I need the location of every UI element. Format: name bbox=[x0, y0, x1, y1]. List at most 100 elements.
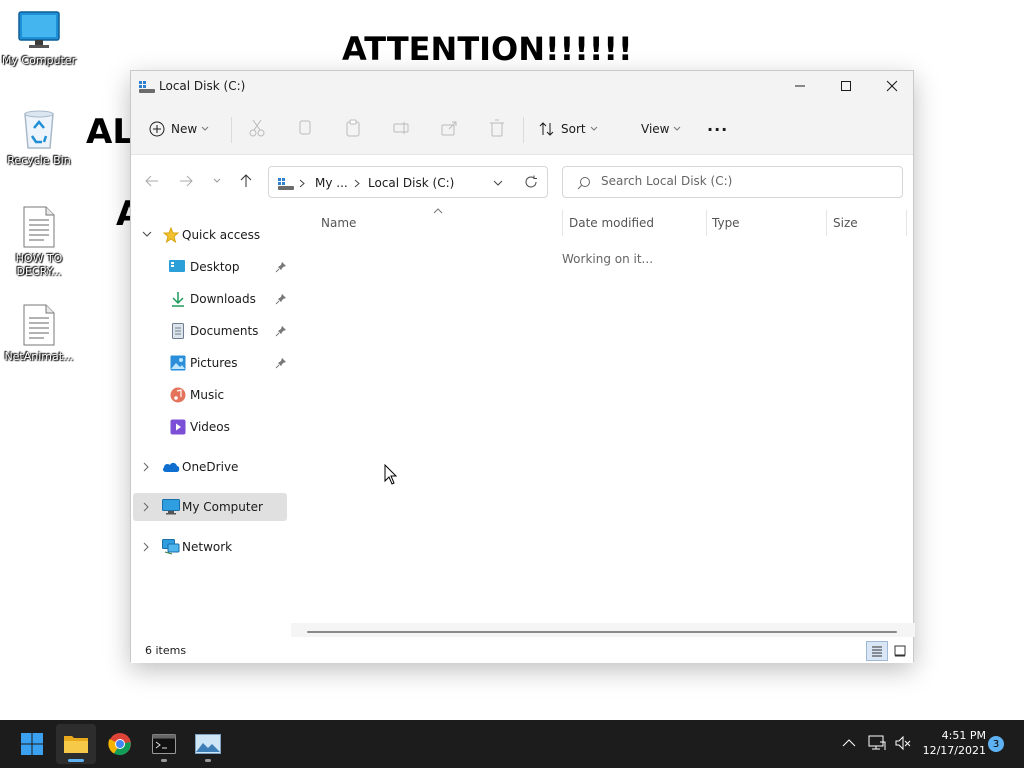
address-box[interactable]: My ... Local Disk (C:) bbox=[268, 166, 548, 198]
text-file-icon bbox=[23, 206, 55, 248]
share-icon[interactable] bbox=[441, 119, 459, 137]
chevron-right-icon bbox=[299, 179, 305, 188]
rename-icon[interactable] bbox=[393, 119, 411, 137]
document-icon bbox=[172, 323, 184, 339]
desktop-icon-how-to-decrypt[interactable]: HOW TO DECRY... bbox=[1, 206, 77, 278]
new-button[interactable]: New bbox=[149, 113, 209, 145]
breadcrumb-my-computer[interactable]: My ... bbox=[315, 176, 348, 190]
start-button[interactable] bbox=[12, 724, 52, 764]
cut-icon[interactable] bbox=[249, 119, 265, 137]
nav-downloads[interactable]: Downloads bbox=[133, 285, 287, 313]
mouse-cursor-icon bbox=[384, 464, 398, 485]
taskbar-chrome[interactable] bbox=[100, 724, 140, 764]
running-indicator bbox=[68, 759, 84, 762]
copy-icon[interactable] bbox=[297, 119, 313, 137]
chevron-right-icon[interactable] bbox=[142, 462, 150, 472]
address-bar-row: My ... Local Disk (C:) bbox=[131, 156, 913, 208]
desktop-icon-label-line1: HOW TO bbox=[15, 252, 63, 265]
breadcrumb-local-disk[interactable]: Local Disk (C:) bbox=[368, 176, 454, 190]
nav-label: My Computer bbox=[182, 500, 263, 514]
nav-label: OneDrive bbox=[182, 460, 239, 474]
nav-pictures[interactable]: Pictures bbox=[133, 349, 287, 377]
notification-badge[interactable]: 3 bbox=[988, 736, 1004, 752]
wallpaper-attention-text: ATTENTION!!!!!! bbox=[342, 30, 633, 68]
view-button[interactable]: View bbox=[635, 113, 681, 145]
column-separator[interactable] bbox=[706, 210, 707, 236]
column-header-date-modified[interactable]: Date modified bbox=[569, 216, 654, 230]
details-view-button[interactable] bbox=[866, 641, 888, 661]
chevron-down-icon bbox=[201, 126, 209, 131]
nav-videos[interactable]: Videos bbox=[133, 413, 287, 441]
desktop-icon-netanimat[interactable]: NetAnimat... bbox=[1, 304, 77, 363]
nav-documents[interactable]: Documents bbox=[133, 317, 287, 345]
taskbar-image-viewer[interactable] bbox=[188, 724, 228, 764]
nav-music[interactable]: Music bbox=[133, 381, 287, 409]
text-file-icon bbox=[23, 304, 55, 346]
column-separator[interactable] bbox=[826, 210, 827, 236]
windows-logo-icon bbox=[21, 733, 43, 755]
back-arrow-icon[interactable] bbox=[145, 174, 159, 188]
more-options-button[interactable]: ··· bbox=[707, 113, 728, 145]
refresh-icon[interactable] bbox=[524, 175, 538, 189]
maximize-button[interactable] bbox=[823, 71, 869, 101]
recent-locations-chevron-icon[interactable] bbox=[213, 178, 221, 184]
horizontal-scrollbar-track[interactable] bbox=[291, 623, 915, 637]
taskbar-terminal[interactable] bbox=[144, 724, 184, 764]
horizontal-scrollbar-thumb[interactable] bbox=[307, 631, 897, 633]
chevron-right-icon[interactable] bbox=[142, 502, 150, 512]
plus-circle-icon bbox=[149, 121, 165, 137]
paste-icon[interactable] bbox=[345, 119, 361, 137]
large-icons-view-button[interactable] bbox=[889, 641, 911, 661]
desktop-icon-recycle-bin[interactable]: Recycle Bin bbox=[1, 108, 77, 167]
up-arrow-icon[interactable] bbox=[239, 174, 253, 188]
delete-icon[interactable] bbox=[489, 119, 505, 137]
desktop-icon-label: HOW TO DECRY... bbox=[1, 252, 77, 278]
nav-label: Network bbox=[182, 540, 233, 554]
window-title: Local Disk (C:) bbox=[159, 79, 246, 93]
nav-network[interactable]: Network bbox=[133, 533, 287, 561]
taskbar-file-explorer[interactable] bbox=[56, 724, 96, 764]
close-button[interactable] bbox=[869, 71, 915, 101]
file-list-pane: Name Date modified Type Size Working on … bbox=[291, 208, 915, 628]
new-button-label: New bbox=[171, 122, 198, 136]
minimize-button[interactable] bbox=[777, 71, 823, 101]
desktop-icon-my-computer[interactable]: My Computer bbox=[1, 10, 77, 67]
chevron-down-icon[interactable] bbox=[142, 230, 152, 238]
address-history-chevron-icon[interactable] bbox=[493, 180, 503, 187]
nav-quick-access[interactable]: Quick access bbox=[133, 221, 287, 249]
nav-desktop[interactable]: Desktop bbox=[133, 253, 287, 281]
music-icon bbox=[170, 387, 186, 403]
nav-label: Downloads bbox=[190, 292, 256, 306]
download-icon bbox=[172, 292, 184, 307]
pin-icon[interactable] bbox=[275, 325, 287, 337]
column-header-name[interactable]: Name bbox=[321, 216, 356, 230]
network-tray-icon[interactable] bbox=[868, 734, 886, 752]
desktop-icon-label-line2: DECRY... bbox=[16, 265, 62, 278]
search-input[interactable] bbox=[601, 174, 891, 188]
nav-label: Pictures bbox=[190, 356, 238, 370]
monitor-icon bbox=[162, 499, 180, 515]
column-header-size[interactable]: Size bbox=[833, 216, 858, 230]
nav-label: Quick access bbox=[182, 228, 261, 242]
column-header-type[interactable]: Type bbox=[712, 216, 740, 230]
desktop-icon-label: Recycle Bin bbox=[7, 154, 71, 167]
command-bar: New Sort View ··· bbox=[131, 103, 913, 155]
pin-icon[interactable] bbox=[275, 293, 287, 305]
search-icon bbox=[577, 177, 590, 190]
system-clock[interactable]: 4:51 PM 12/17/2021 bbox=[916, 728, 986, 758]
volume-muted-icon[interactable] bbox=[894, 734, 912, 752]
chevron-up-icon[interactable] bbox=[842, 738, 856, 748]
search-box[interactable] bbox=[562, 166, 903, 198]
title-bar[interactable]: Local Disk (C:) bbox=[131, 71, 913, 103]
nav-my-computer[interactable]: My Computer bbox=[133, 493, 287, 521]
sort-ascending-chevron-icon bbox=[433, 208, 443, 214]
column-separator[interactable] bbox=[906, 210, 907, 236]
chevron-right-icon[interactable] bbox=[142, 542, 150, 552]
onedrive-cloud-icon bbox=[162, 462, 180, 472]
pin-icon[interactable] bbox=[275, 357, 287, 369]
pin-icon[interactable] bbox=[275, 261, 287, 273]
forward-arrow-icon[interactable] bbox=[179, 174, 193, 188]
column-separator[interactable] bbox=[562, 210, 563, 236]
nav-onedrive[interactable]: OneDrive bbox=[133, 453, 287, 481]
sort-button[interactable]: Sort bbox=[539, 113, 598, 145]
